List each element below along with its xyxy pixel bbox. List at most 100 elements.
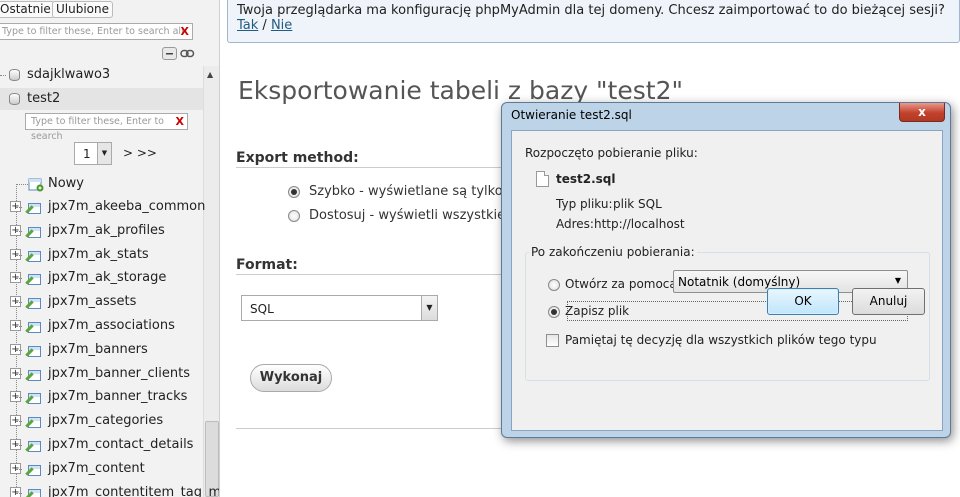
custom-export-label: Dostosuj - wyświetli wszystkie mi: [309, 208, 526, 223]
link-icon[interactable]: [180, 47, 195, 60]
tree-line: [16, 397, 22, 398]
table-item[interactable]: + jpx7m_banners: [0, 340, 203, 360]
table-name: jpx7m_akeeba_common: [48, 199, 206, 214]
cancel-button[interactable]: Anuluj: [852, 288, 925, 315]
address-label: Adres:: [556, 217, 594, 231]
tab-favorites[interactable]: Ulubione: [52, 1, 114, 18]
scroll-up-icon[interactable]: ▲: [207, 70, 213, 79]
address-value: http://localhost: [594, 217, 685, 231]
download-dialog: Otwieranie test2.sql x Rozpoczęto pobier…: [501, 102, 951, 438]
table-item[interactable]: + jpx7m_contact_details: [0, 435, 203, 455]
ok-button[interactable]: OK: [767, 288, 839, 315]
pager-next-links[interactable]: > >>: [123, 146, 157, 160]
format-select[interactable]: SQL ▼: [241, 295, 438, 321]
new-table-icon: [28, 178, 44, 192]
chevron-down-icon: ▼: [421, 296, 437, 320]
database-icon: [9, 69, 20, 81]
remember-label: Pamiętaj tę decyzję dla wszystkich plikó…: [565, 333, 877, 347]
notice-yes-link[interactable]: Tak: [237, 18, 258, 33]
expand-icon[interactable]: +: [10, 487, 21, 497]
table-icon: [25, 487, 42, 497]
table-name: jpx7m_contact_details: [48, 437, 194, 452]
table-icon: [25, 344, 42, 357]
table-icon: [25, 249, 42, 262]
notice-no-link[interactable]: Nie: [271, 18, 292, 33]
tree-line: [16, 207, 22, 208]
page-select[interactable]: 1 ▼: [74, 142, 112, 165]
database-item-sdajklwawo3[interactable]: sdajklwawo3: [0, 65, 200, 85]
custom-export-radio[interactable]: [288, 210, 300, 222]
table-item[interactable]: + jpx7m_banner_tracks: [0, 387, 203, 407]
table-icon: [25, 296, 42, 309]
table-item[interactable]: + jpx7m_ak_storage: [0, 268, 203, 288]
table-name: jpx7m_banner_clients: [48, 366, 191, 381]
database-icon: [9, 93, 20, 105]
divider: [236, 167, 506, 168]
divider: [236, 428, 506, 429]
table-item[interactable]: + jpx7m_ak_stats: [0, 245, 203, 265]
dialog-title: Otwieranie test2.sql: [511, 108, 632, 122]
file-name: test2.sql: [556, 172, 616, 186]
new-table-item[interactable]: Nowy: [0, 174, 203, 194]
table-icon: [25, 201, 42, 214]
table-item[interactable]: + jpx7m_content: [0, 459, 203, 479]
table-item[interactable]: + jpx7m_ak_profiles: [0, 221, 203, 241]
execute-button[interactable]: Wykonaj: [250, 364, 332, 392]
quick-export-radio[interactable]: [288, 186, 300, 198]
table-name: jpx7m_banners: [48, 342, 148, 357]
tree-line: [16, 278, 22, 279]
table-icon: [25, 463, 42, 476]
table-filter-clear-button[interactable]: X: [176, 114, 184, 129]
remember-checkbox[interactable]: [546, 334, 559, 347]
tree-line: [16, 469, 22, 470]
table-item[interactable]: + jpx7m_associations: [0, 316, 203, 336]
table-icon: [25, 415, 42, 428]
export-method-heading: Export method:: [236, 150, 359, 166]
close-icon[interactable]: x: [899, 103, 945, 122]
table-name: jpx7m_content: [48, 461, 145, 476]
collapse-all-icon[interactable]: [162, 47, 177, 60]
tree-line: [16, 326, 22, 327]
notice-text: Twoja przeglądarka ma konfigurację phpMy…: [237, 3, 945, 18]
tree-line: [16, 302, 22, 303]
tree-line: [16, 255, 22, 256]
table-icon: [25, 272, 42, 285]
download-started-text: Rozpoczęto pobieranie pliku:: [525, 146, 698, 160]
dialog-body: Rozpoczęto pobieranie pliku: test2.sql T…: [511, 130, 943, 431]
table-item[interactable]: + jpx7m_banner_clients: [0, 364, 203, 384]
config-import-notice: Twoja przeglądarka ma konfigurację phpMy…: [227, 0, 960, 43]
tree-line: [16, 421, 22, 422]
open-with-label: Otwórz za pomocą: [565, 277, 677, 291]
table-icon: [25, 391, 42, 404]
file-type-label: Typ pliku:: [556, 197, 613, 211]
tree-line: [16, 493, 22, 494]
file-type-value: plik SQL: [613, 197, 662, 211]
filter-placeholder: Type to filter these, Enter to search al…: [2, 26, 184, 37]
open-with-radio[interactable]: [548, 279, 560, 291]
open-with-app-value: Notatnik (domyślny): [678, 275, 801, 289]
table-name: jpx7m_associations: [48, 318, 175, 333]
navigation-scrollbar[interactable]: ▲: [203, 66, 219, 497]
table-name: jpx7m_ak_stats: [48, 247, 149, 262]
table-item[interactable]: + jpx7m_categories: [0, 411, 203, 431]
navigation-panel: Ostatnie Ulubione Type to filter these, …: [0, 0, 220, 497]
table-name: jpx7m_ak_storage: [48, 270, 167, 285]
format-heading: Format:: [236, 257, 298, 273]
navigation-filter-input[interactable]: Type to filter these, Enter to search al…: [0, 23, 193, 40]
table-item[interactable]: + jpx7m_akeeba_common: [0, 197, 206, 217]
table-icon: [25, 368, 42, 381]
save-file-radio[interactable]: [548, 306, 560, 318]
database-item-test2[interactable]: test2: [0, 89, 200, 109]
save-file-label: Zapisz plik: [565, 304, 630, 318]
page-select-value: 1: [83, 147, 91, 161]
table-icon: [25, 320, 42, 333]
filter-clear-button[interactable]: X: [181, 24, 189, 39]
tree-line: [16, 350, 22, 351]
table-name: jpx7m_ak_profiles: [48, 223, 165, 238]
new-table-label: Nowy: [48, 176, 85, 191]
tab-recent[interactable]: Ostatnie: [0, 1, 55, 18]
table-item[interactable]: + jpx7m_contentitem_tag_m: [0, 483, 219, 497]
table-icon: [25, 439, 42, 452]
table-item[interactable]: + jpx7m_assets: [0, 292, 203, 312]
table-filter-input[interactable]: Type to filter these, Enter to search X: [25, 113, 188, 142]
